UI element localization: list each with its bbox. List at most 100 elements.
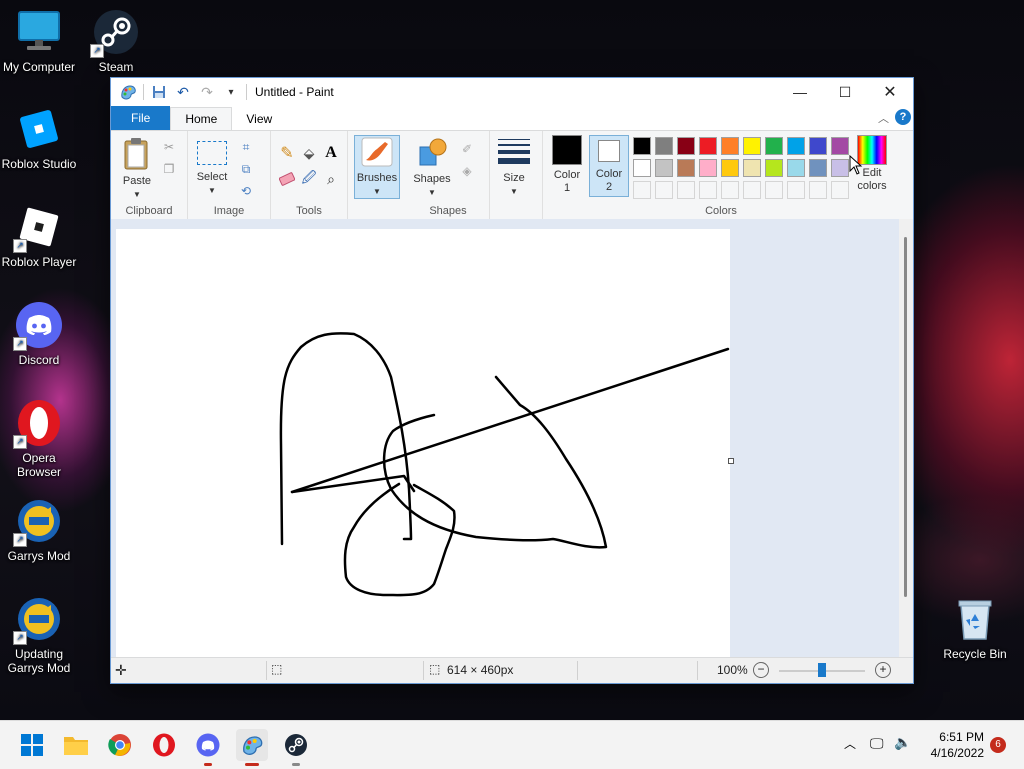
- palette-custom-swatch[interactable]: [787, 181, 805, 199]
- palette-custom-swatch[interactable]: [721, 181, 739, 199]
- palette-custom-swatch[interactable]: [743, 181, 761, 199]
- canvas-resize-handle[interactable]: [728, 458, 734, 464]
- monitor-icon: [15, 8, 63, 56]
- palette-color-swatch[interactable]: [633, 137, 651, 155]
- palette-color-swatch[interactable]: [699, 159, 717, 177]
- palette-color-swatch[interactable]: [633, 159, 651, 177]
- palette-color-swatch[interactable]: [831, 137, 849, 155]
- palette-color-swatch[interactable]: [787, 137, 805, 155]
- taskbar-steam[interactable]: [280, 729, 312, 766]
- paste-button[interactable]: Paste ▼: [119, 137, 155, 201]
- palette-color-swatch[interactable]: [699, 137, 717, 155]
- fill-bucket-icon[interactable]: ⬙: [299, 143, 319, 163]
- palette-color-swatch[interactable]: [721, 159, 739, 177]
- group-label-colors: Colors: [705, 205, 737, 217]
- eraser-icon[interactable]: [277, 169, 297, 189]
- drawing-canvas[interactable]: [116, 229, 734, 657]
- palette-color-swatch[interactable]: [831, 159, 849, 177]
- desktop-icon-garrys-mod[interactable]: ↗ Garrys Mod: [0, 497, 78, 563]
- desktop-icon-discord[interactable]: ↗ Discord: [0, 301, 78, 367]
- customize-quick-access-icon[interactable]: ▾: [222, 83, 240, 101]
- minimize-button[interactable]: —: [777, 78, 823, 106]
- taskbar-clock[interactable]: 6:51 PM 4/16/2022: [931, 729, 984, 761]
- desktop-icon-roblox-studio[interactable]: Roblox Studio: [0, 105, 78, 171]
- help-icon[interactable]: ?: [895, 109, 911, 125]
- taskbar-file-explorer[interactable]: [60, 729, 92, 761]
- palette-custom-swatch[interactable]: [699, 181, 717, 199]
- taskbar-opera[interactable]: [148, 729, 180, 761]
- group-tools: ✎ ⬙ A 🖉 ⌕ Tools: [271, 131, 348, 219]
- pencil-icon[interactable]: ✎: [277, 143, 297, 163]
- scrollbar-thumb[interactable]: [904, 237, 907, 597]
- desktop-icon-opera-browser[interactable]: ↗ Opera Browser: [0, 399, 78, 479]
- palette-custom-swatch[interactable]: [831, 181, 849, 199]
- close-button[interactable]: ✕: [867, 78, 913, 106]
- status-bar: ✛ ⬚ ⬚ 614 × 460px 100% − +: [111, 657, 913, 683]
- palette-color-swatch[interactable]: [743, 159, 761, 177]
- select-button[interactable]: Select ▼: [194, 141, 230, 197]
- palette-color-swatch[interactable]: [765, 159, 783, 177]
- save-icon[interactable]: [150, 83, 168, 101]
- desktop-icon-steam[interactable]: ↗ Steam: [77, 8, 155, 74]
- palette-color-swatch[interactable]: [677, 159, 695, 177]
- desktop-icon-my-computer[interactable]: My Computer: [0, 8, 78, 74]
- palette-color-swatch[interactable]: [787, 159, 805, 177]
- taskbar-paint[interactable]: [236, 729, 268, 766]
- crop-icon[interactable]: ⌗: [236, 137, 256, 157]
- palette-color-swatch[interactable]: [809, 137, 827, 155]
- palette-custom-swatch[interactable]: [809, 181, 827, 199]
- palette-custom-swatch[interactable]: [655, 181, 673, 199]
- copy-icon[interactable]: ❐: [159, 159, 179, 179]
- color1-button[interactable]: Color 1: [549, 135, 585, 195]
- cut-icon[interactable]: ✂: [159, 137, 179, 157]
- text-icon[interactable]: A: [321, 143, 341, 163]
- paint-app-icon[interactable]: [119, 83, 137, 101]
- redo-icon[interactable]: ↷: [198, 83, 216, 101]
- taskbar-chrome[interactable]: [104, 729, 136, 761]
- palette-color-swatch[interactable]: [765, 137, 783, 155]
- palette-custom-swatch[interactable]: [677, 181, 695, 199]
- desktop-icon-recycle-bin[interactable]: Recycle Bin: [936, 595, 1014, 661]
- palette-color-swatch[interactable]: [743, 137, 761, 155]
- desktop-icon-updating-garrys-mod[interactable]: ↗ Updating Garrys Mod: [0, 595, 78, 675]
- chevron-down-icon: ▼: [133, 190, 141, 199]
- color-picker-icon[interactable]: 🖉: [299, 169, 319, 189]
- palette-custom-swatch[interactable]: [765, 181, 783, 199]
- palette-color-swatch[interactable]: [809, 159, 827, 177]
- magnifier-icon[interactable]: ⌕: [321, 169, 341, 189]
- paste-label: Paste: [122, 175, 152, 187]
- resize-icon[interactable]: ⧉: [236, 159, 256, 179]
- network-icon[interactable]: 🖵: [870, 735, 884, 752]
- brushes-button[interactable]: Brushes ▼: [354, 135, 400, 199]
- maximize-button[interactable]: ☐: [822, 78, 868, 106]
- group-colors: Color 1 Color 2 Edit colors Colors: [543, 131, 899, 219]
- vertical-scrollbar[interactable]: [899, 219, 913, 657]
- outline-icon[interactable]: ✐: [457, 139, 477, 159]
- start-button[interactable]: [16, 729, 48, 761]
- windows-logo-icon: [21, 734, 43, 756]
- palette-color-swatch[interactable]: [721, 137, 739, 155]
- desktop-icon-roblox-player[interactable]: ↗ Roblox Player: [0, 203, 78, 269]
- palette-color-swatch[interactable]: [655, 137, 673, 155]
- volume-icon[interactable]: 🔈: [894, 734, 911, 751]
- group-label-shapes: Shapes: [429, 205, 467, 217]
- show-hidden-icons-chevron-icon[interactable]: ︿: [844, 735, 856, 752]
- zoom-in-button[interactable]: +: [875, 662, 891, 678]
- undo-icon[interactable]: ↶: [174, 83, 192, 101]
- color2-button[interactable]: Color 2: [589, 135, 629, 197]
- rotate-icon[interactable]: ⟲: [236, 181, 256, 201]
- notification-badge[interactable]: 6: [990, 737, 1006, 753]
- zoom-slider-thumb[interactable]: [818, 663, 826, 677]
- taskbar-discord[interactable]: [192, 729, 224, 766]
- palette-color-swatch[interactable]: [655, 159, 673, 177]
- palette-color-swatch[interactable]: [677, 137, 695, 155]
- collapse-ribbon-icon[interactable]: ︿: [878, 110, 889, 126]
- tab-home[interactable]: Home: [170, 107, 233, 130]
- shapes-button[interactable]: Shapes ▼: [413, 137, 451, 199]
- palette-custom-swatch[interactable]: [633, 181, 651, 199]
- size-button[interactable]: Size ▼: [496, 139, 532, 198]
- tab-view[interactable]: View: [232, 108, 286, 130]
- tab-file[interactable]: File: [111, 106, 171, 130]
- fill-icon[interactable]: ◈: [457, 161, 477, 181]
- zoom-out-button[interactable]: −: [753, 662, 769, 678]
